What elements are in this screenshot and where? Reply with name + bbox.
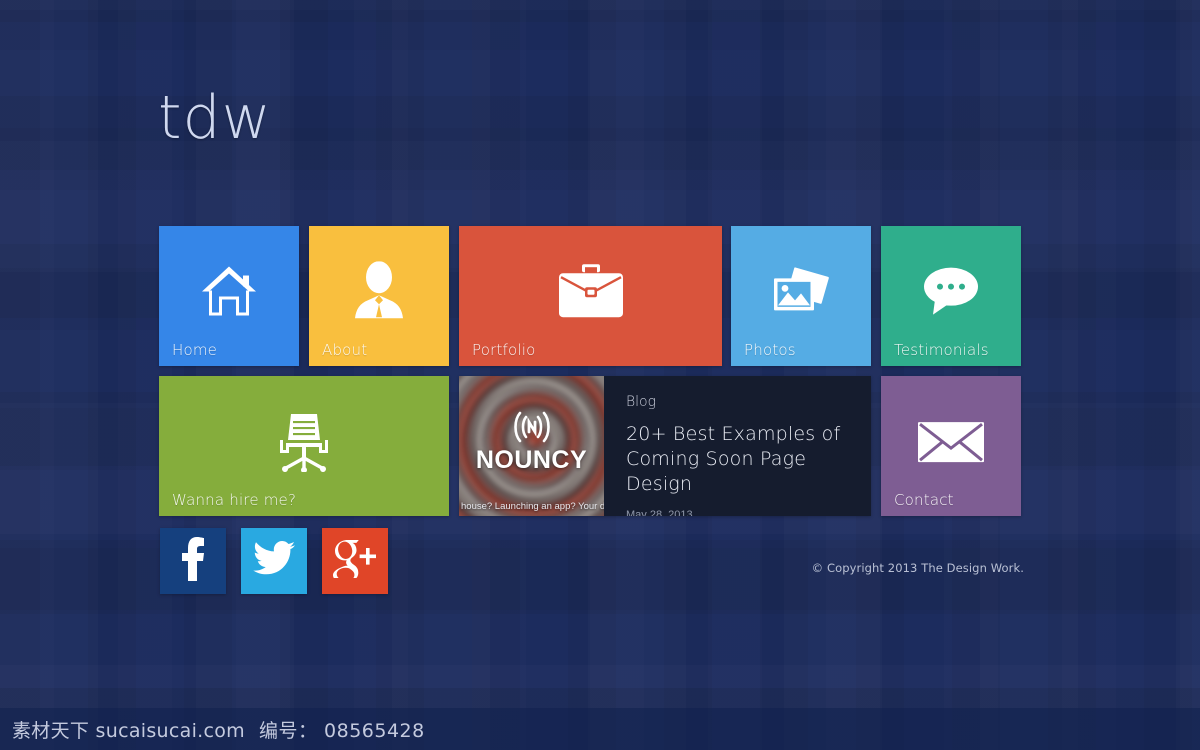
office-chair-icon: [159, 410, 449, 473]
tile-contact[interactable]: Contact: [881, 376, 1021, 516]
briefcase-icon: [459, 261, 722, 321]
nouncy-wordmark: NOUNCY: [475, 446, 588, 474]
tile-label: Home: [172, 341, 218, 359]
social-link-facebook[interactable]: [160, 528, 226, 594]
tile-about[interactable]: About: [309, 226, 449, 366]
nouncy-signal-icon: [459, 410, 604, 444]
photos-icon: [731, 262, 871, 320]
tile-blog[interactable]: NOUNCY house? Launching an app? Your dog…: [459, 376, 871, 516]
blog-title[interactable]: 20+ Best Examples of Coming Soon Page De…: [626, 422, 853, 497]
tile-testimonials[interactable]: Testimonials: [881, 226, 1021, 366]
tile-label: Testimonials: [894, 341, 989, 359]
social-link-twitter[interactable]: [241, 528, 307, 594]
watermark-site: 素材天下 sucaisucai.com: [12, 719, 245, 742]
social-link-google-plus[interactable]: [322, 528, 388, 594]
home-icon: [159, 264, 299, 320]
page-stage: tdw Home About Portfolio Photos Testimon…: [0, 0, 1200, 750]
facebook-icon: [180, 536, 206, 586]
watermark-bar: 素材天下 sucaisucai.com 编号： 08565428: [0, 708, 1200, 750]
blog-thumbnail-caption: house? Launching an app? Your dog: [461, 501, 604, 512]
tile-portfolio[interactable]: Portfolio: [459, 226, 722, 366]
tile-label: Portfolio: [472, 341, 536, 359]
watermark-number: 编号： 08565428: [258, 719, 425, 742]
tile-label: About: [322, 341, 368, 359]
blog-kicker: Blog: [626, 394, 657, 410]
blog-thumbnail[interactable]: NOUNCY house? Launching an app? Your dog: [459, 376, 604, 516]
speech-bubble-icon: [881, 265, 1021, 319]
blog-text-panel: Blog 20+ Best Examples of Coming Soon Pa…: [604, 376, 871, 516]
tile-photos[interactable]: Photos: [731, 226, 871, 366]
tile-label: Wanna hire me?: [172, 491, 297, 509]
tile-label: Contact: [894, 491, 954, 509]
twitter-icon: [253, 540, 295, 582]
tile-hire-me[interactable]: Wanna hire me?: [159, 376, 449, 516]
google-plus-icon: [332, 539, 378, 583]
envelope-icon: [881, 418, 1021, 466]
tile-label: Photos: [744, 341, 796, 359]
tile-home[interactable]: Home: [159, 226, 299, 366]
copyright-text: © Copyright 2013 The Design Work.: [811, 561, 1024, 575]
site-logo[interactable]: tdw: [158, 88, 272, 148]
person-tie-icon: [309, 261, 449, 321]
blog-date: May 28, 2013: [626, 509, 693, 516]
